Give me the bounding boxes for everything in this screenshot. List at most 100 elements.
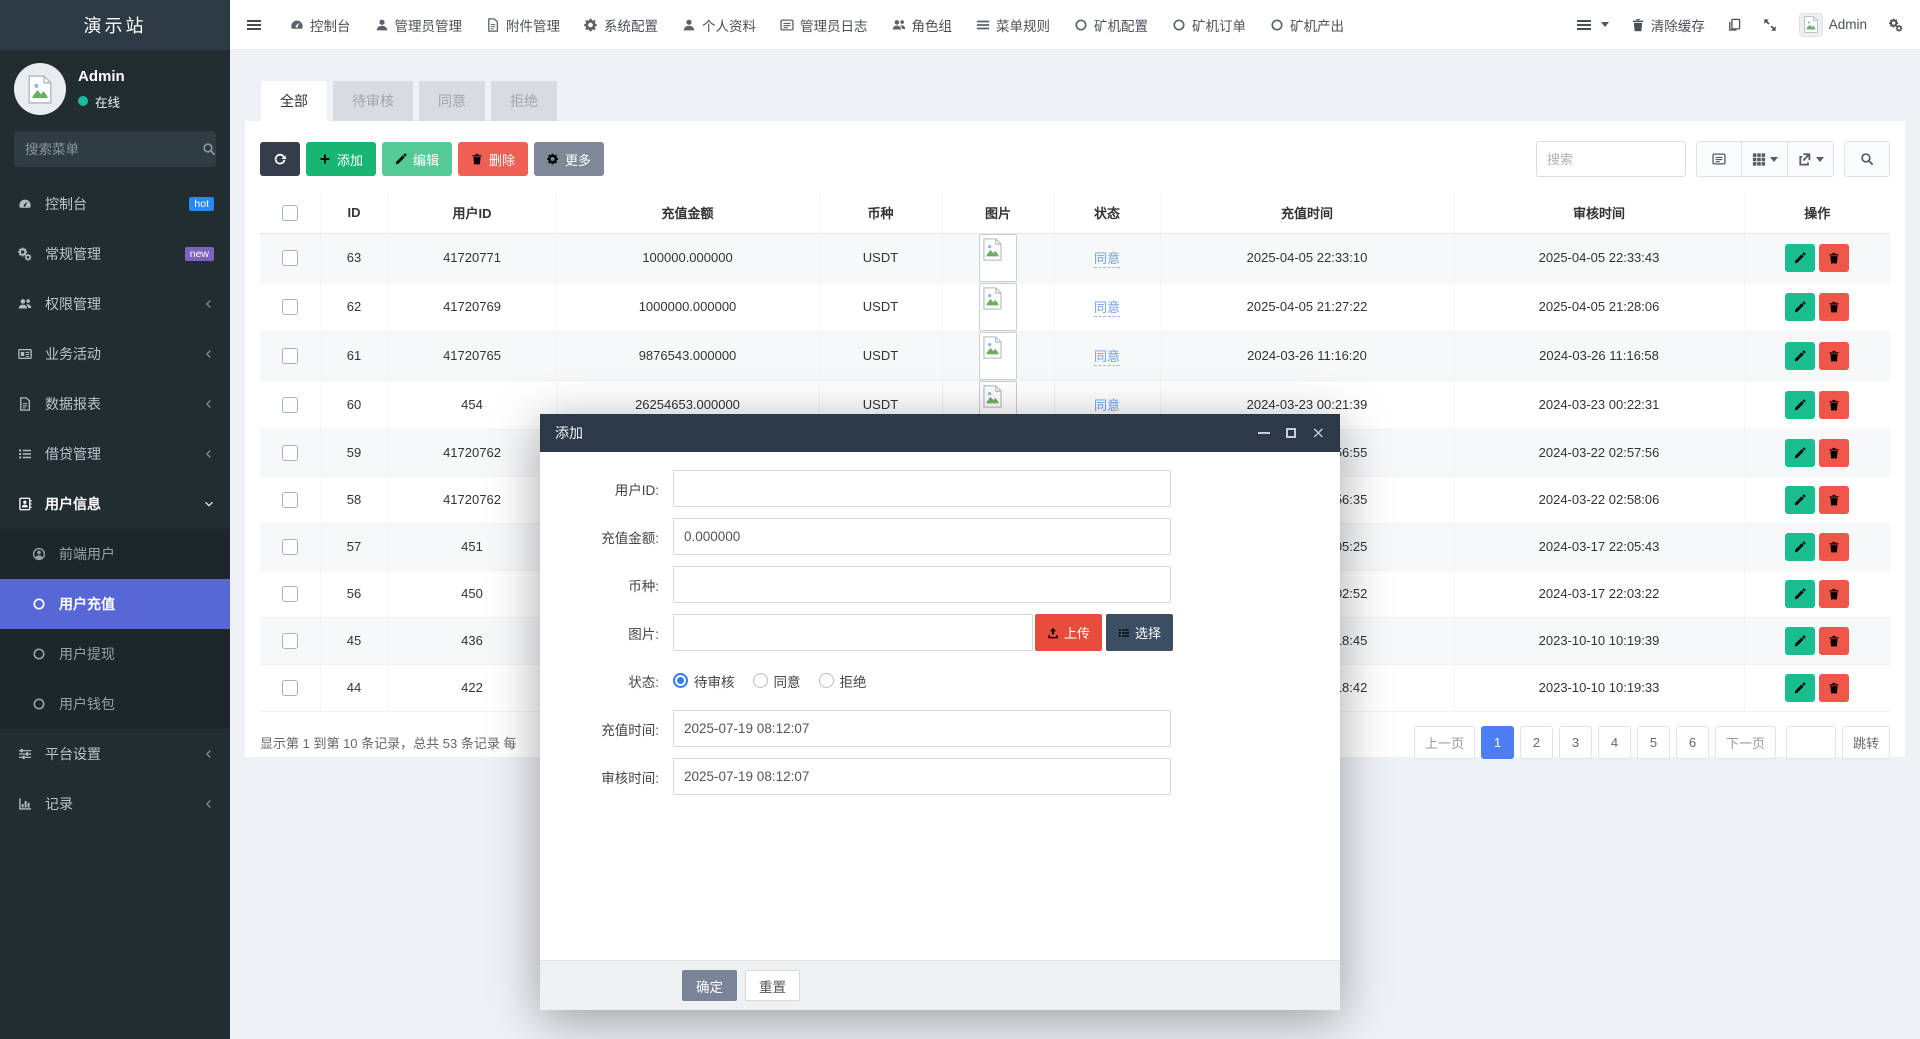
- upload-button[interactable]: 上传: [1035, 614, 1102, 651]
- row-checkbox[interactable]: [282, 299, 298, 315]
- row-edit-button[interactable]: [1785, 486, 1815, 514]
- settings-button[interactable]: [1878, 0, 1914, 50]
- tab-agree[interactable]: 同意: [419, 81, 485, 121]
- sidebar-item-records[interactable]: 记录: [0, 779, 230, 829]
- avatar[interactable]: [14, 63, 66, 115]
- radio-reject[interactable]: 拒绝: [819, 671, 867, 691]
- delete-button[interactable]: 删除: [458, 142, 528, 176]
- image-field[interactable]: [673, 614, 1033, 651]
- status-link[interactable]: 同意: [1094, 398, 1120, 415]
- row-checkbox[interactable]: [282, 492, 298, 508]
- status-link[interactable]: 同意: [1094, 251, 1120, 268]
- row-checkbox[interactable]: [282, 397, 298, 413]
- next-page-button[interactable]: 下一页: [1715, 726, 1776, 759]
- row-delete-button[interactable]: [1819, 342, 1849, 370]
- close-icon[interactable]: ×: [1312, 425, 1325, 441]
- nav-item-miner-config[interactable]: 矿机配置: [1062, 0, 1160, 50]
- row-edit-button[interactable]: [1785, 244, 1815, 272]
- row-delete-button[interactable]: [1819, 674, 1849, 702]
- nav-item-role-group[interactable]: 角色组: [880, 0, 965, 50]
- row-delete-button[interactable]: [1819, 293, 1849, 321]
- page-button-5[interactable]: 5: [1637, 726, 1670, 759]
- page-button-3[interactable]: 3: [1559, 726, 1592, 759]
- edit-button[interactable]: 编辑: [382, 142, 452, 176]
- row-edit-button[interactable]: [1785, 533, 1815, 561]
- nav-item-menu-rule[interactable]: 菜单规则: [964, 0, 1062, 50]
- sidebar-item-user-recharge[interactable]: 用户充值: [0, 579, 230, 629]
- copy-page-button[interactable]: [1716, 0, 1752, 50]
- row-delete-button[interactable]: [1819, 533, 1849, 561]
- sidebar-item-user-withdraw[interactable]: 用户提现: [0, 629, 230, 679]
- col-audit-time[interactable]: 审核时间: [1454, 193, 1744, 233]
- row-delete-button[interactable]: [1819, 486, 1849, 514]
- row-image-thumbnail[interactable]: [979, 234, 1017, 282]
- dialog-titlebar[interactable]: 添加 ×: [540, 414, 1340, 452]
- tab-all[interactable]: 全部: [261, 81, 327, 121]
- nav-item-admin-manage[interactable]: 管理员管理: [363, 0, 475, 50]
- nav-menu-dropdown[interactable]: [1565, 0, 1620, 50]
- sidebar-item-business[interactable]: 业务活动: [0, 329, 230, 379]
- minimize-icon[interactable]: [1258, 432, 1270, 434]
- row-checkbox[interactable]: [282, 539, 298, 555]
- menu-search-input[interactable]: [25, 142, 202, 157]
- col-image[interactable]: 图片: [942, 193, 1054, 233]
- sidebar-item-loan[interactable]: 借贷管理: [0, 429, 230, 479]
- sidebar-item-platform-settings[interactable]: 平台设置: [0, 729, 230, 779]
- row-edit-button[interactable]: [1785, 627, 1815, 655]
- row-edit-button[interactable]: [1785, 580, 1815, 608]
- nav-item-system-config[interactable]: 系统配置: [572, 0, 670, 50]
- page-button-1[interactable]: 1: [1481, 726, 1514, 759]
- row-delete-button[interactable]: [1819, 244, 1849, 272]
- col-id[interactable]: ID: [320, 193, 388, 233]
- row-edit-button[interactable]: [1785, 674, 1815, 702]
- nav-item-attachment[interactable]: 附件管理: [474, 0, 572, 50]
- col-currency[interactable]: 币种: [819, 193, 942, 233]
- sidebar-toggle-icon[interactable]: [230, 0, 278, 50]
- row-delete-button[interactable]: [1819, 580, 1849, 608]
- row-checkbox[interactable]: [282, 250, 298, 266]
- col-amount[interactable]: 充值金额: [556, 193, 819, 233]
- sidebar-item-user-wallet[interactable]: 用户钱包: [0, 679, 230, 729]
- row-delete-button[interactable]: [1819, 439, 1849, 467]
- row-checkbox[interactable]: [282, 445, 298, 461]
- common-search-button[interactable]: [1696, 141, 1742, 177]
- maximize-icon[interactable]: [1286, 428, 1296, 438]
- search-submit-button[interactable]: [1844, 141, 1890, 177]
- sidebar-item-user-info[interactable]: 用户信息: [0, 479, 230, 529]
- col-charge-time[interactable]: 充值时间: [1160, 193, 1454, 233]
- reset-button[interactable]: 重置: [745, 970, 800, 1001]
- nav-item-dashboard[interactable]: 控制台: [278, 0, 363, 50]
- select-all-checkbox[interactable]: [282, 205, 298, 221]
- table-search-input[interactable]: [1536, 141, 1686, 177]
- row-edit-button[interactable]: [1785, 391, 1815, 419]
- more-button[interactable]: 更多: [534, 142, 604, 176]
- row-edit-button[interactable]: [1785, 342, 1815, 370]
- refresh-button[interactable]: [260, 142, 300, 176]
- audit-time-field[interactable]: [673, 758, 1171, 795]
- columns-button[interactable]: [1742, 141, 1788, 177]
- row-checkbox[interactable]: [282, 586, 298, 602]
- tab-reject[interactable]: 拒绝: [491, 81, 557, 121]
- amount-field[interactable]: [673, 518, 1171, 555]
- nav-item-admin-log[interactable]: 管理员日志: [768, 0, 880, 50]
- page-button-4[interactable]: 4: [1598, 726, 1631, 759]
- row-delete-button[interactable]: [1819, 391, 1849, 419]
- tab-pending[interactable]: 待审核: [333, 81, 413, 121]
- row-checkbox[interactable]: [282, 680, 298, 696]
- currency-field[interactable]: [673, 566, 1171, 603]
- row-edit-button[interactable]: [1785, 439, 1815, 467]
- row-checkbox[interactable]: [282, 348, 298, 364]
- status-link[interactable]: 同意: [1094, 300, 1120, 317]
- page-button-6[interactable]: 6: [1676, 726, 1709, 759]
- uid-field[interactable]: [673, 470, 1171, 507]
- add-button[interactable]: 添加: [306, 142, 376, 176]
- user-menu[interactable]: Admin: [1788, 0, 1878, 50]
- export-button[interactable]: [1788, 141, 1834, 177]
- sidebar-item-report[interactable]: 数据报表: [0, 379, 230, 429]
- row-image-thumbnail[interactable]: [979, 283, 1017, 331]
- row-checkbox[interactable]: [282, 633, 298, 649]
- sidebar-item-auth[interactable]: 权限管理: [0, 279, 230, 329]
- fullscreen-button[interactable]: [1752, 0, 1788, 50]
- row-delete-button[interactable]: [1819, 627, 1849, 655]
- nav-item-miner-order[interactable]: 矿机订单: [1160, 0, 1258, 50]
